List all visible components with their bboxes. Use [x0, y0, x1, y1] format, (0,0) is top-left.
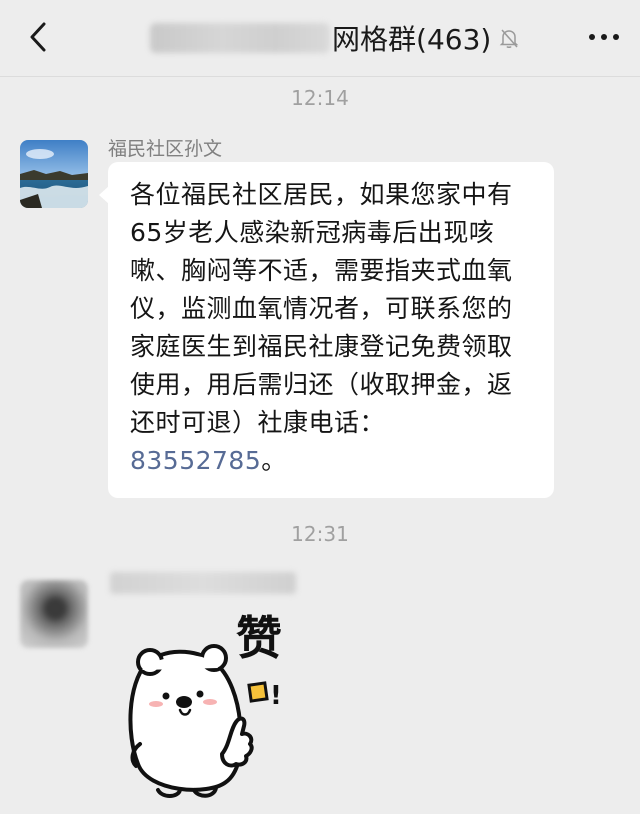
- chevron-left-icon[interactable]: [22, 20, 56, 54]
- redacted-group-name: [150, 23, 330, 53]
- sticker-message[interactable]: 赞 !: [118, 604, 308, 804]
- more-dots-icon[interactable]: [586, 28, 622, 46]
- timestamp: 12:14: [291, 86, 349, 110]
- message-text: 各位福民社区居民，如果您家中有65岁老人感染新冠病毒后出现咳嗽、胸闷等不适，需要…: [130, 180, 513, 475]
- landscape-avatar-image: [20, 140, 88, 208]
- bell-muted-icon: [500, 29, 519, 48]
- avatar[interactable]: [20, 140, 88, 208]
- chat-header: 网格群(463): [0, 0, 640, 77]
- svg-text:!: !: [270, 681, 282, 711]
- timestamp: 12:31: [291, 522, 349, 546]
- chat-title: 网格群(463): [150, 18, 521, 58]
- avatar[interactable]: [20, 580, 88, 648]
- message-bubble[interactable]: 各位福民社区居民，如果您家中有65岁老人感染新冠病毒后出现咳嗽、胸闷等不适，需要…: [99, 162, 554, 498]
- sender-name: 福民社区孙文: [108, 138, 223, 160]
- sticker-caption: 赞: [236, 611, 282, 665]
- phone-link[interactable]: 83552785: [130, 446, 261, 475]
- group-title: 网格群(463): [332, 23, 492, 56]
- redacted-sender-name: [110, 572, 296, 594]
- bear-thumbs-up-sticker: 赞 !: [128, 611, 282, 798]
